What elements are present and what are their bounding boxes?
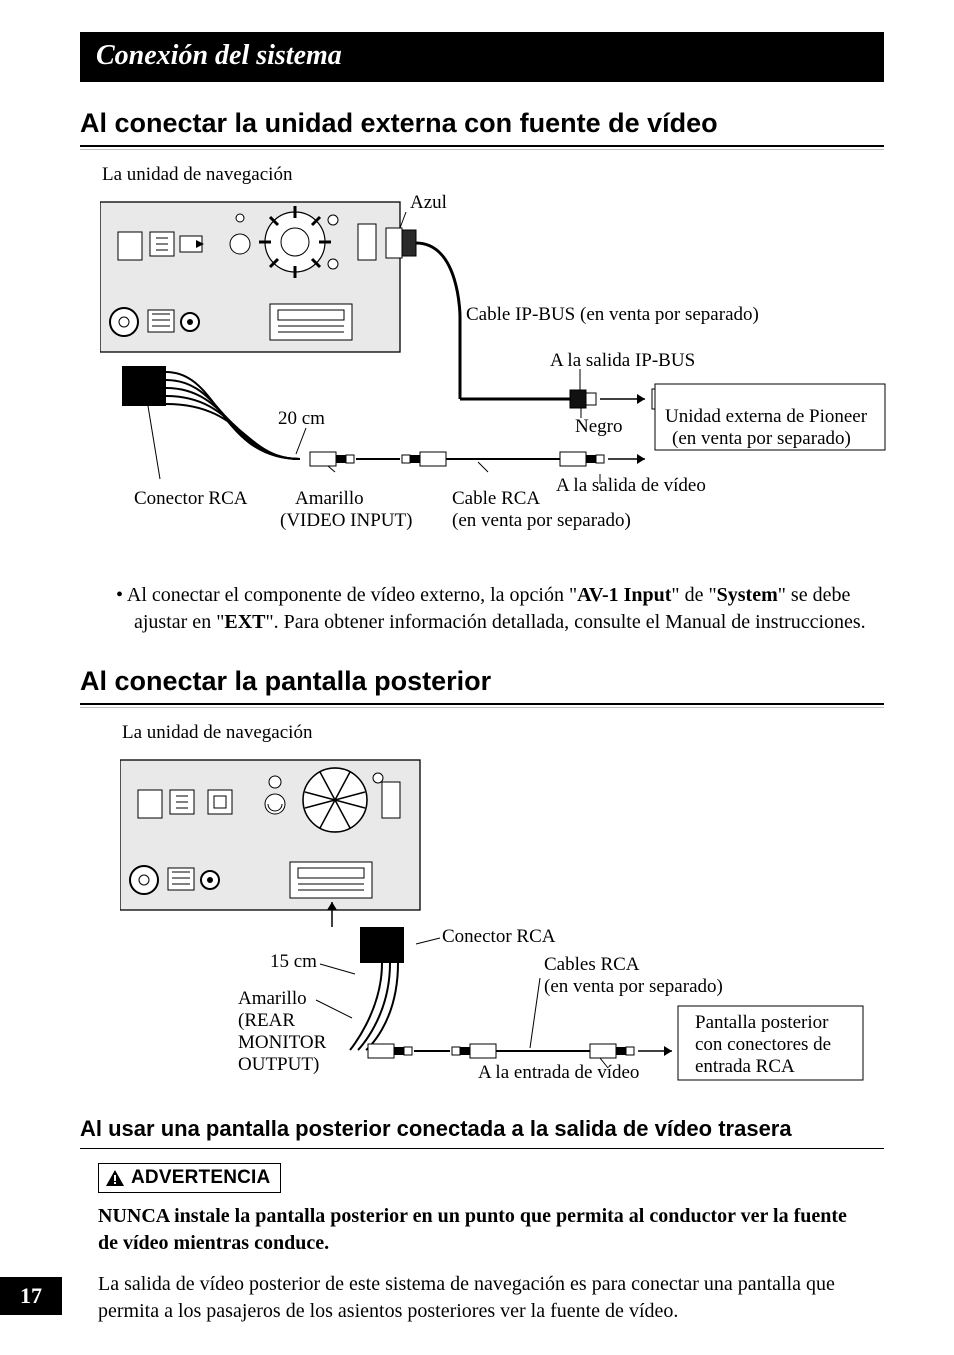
warning-label-text: ADVERTENCIA <box>131 1166 270 1191</box>
diagram-2-caption: La unidad de navegación <box>122 721 884 746</box>
label-cable-ipbus: Cable IP-BUS (en venta por separado) <box>466 304 759 325</box>
label-cable-rca-2: (en venta por separado) <box>452 510 631 531</box>
section-heading-3: Al usar una pantalla posterior conectada… <box>80 1115 884 1149</box>
warning-label-box: ADVERTENCIA <box>98 1163 281 1194</box>
note1-b3: EXT <box>224 611 265 633</box>
diagram-1-caption: La unidad de navegación <box>102 163 884 188</box>
label-salida-ipbus: A la salida IP-BUS <box>550 350 695 371</box>
label-pantalla-2: con conectores de <box>695 1034 831 1055</box>
label-salida-video: A la salida de vídeo <box>556 475 706 496</box>
diagram-1: La unidad de navegación <box>100 163 884 564</box>
label-pantalla-1: Pantalla posterior <box>695 1012 829 1033</box>
title-bar: Conexión del sistema <box>80 32 884 82</box>
label-amarillo2-2: (REAR <box>238 1010 295 1031</box>
label-amarillo2-3: MONITOR <box>238 1032 327 1053</box>
warning-bold-text: NUNCA instale la pantalla posterior en u… <box>98 1203 866 1257</box>
label-amarillo-1: Amarillo <box>295 488 364 509</box>
label-15cm: 15 cm <box>270 951 317 972</box>
warning-icon <box>105 1169 125 1187</box>
page-number: 17 <box>0 1277 62 1315</box>
label-conector-rca-2: Conector RCA <box>442 926 556 947</box>
label-amarillo-2: (VIDEO INPUT) <box>280 510 412 531</box>
label-unidad-externa-1: Unidad externa de Pioneer <box>665 406 868 427</box>
note1-mid1: " de " <box>671 584 716 606</box>
connection-diagram-2: Conector RCA 15 cm Cables RCA (en venta … <box>120 752 890 1097</box>
note1-prefix: • Al conectar el componente de vídeo ext… <box>116 584 577 606</box>
label-a-entrada: A la entrada de vídeo <box>478 1062 639 1083</box>
note1-b1: AV-1 Input <box>577 584 671 606</box>
label-cables-rca-1: Cables RCA <box>544 954 640 975</box>
warning-paragraph: La salida de vídeo posterior de este sis… <box>98 1271 866 1325</box>
label-cables-rca-2: (en venta por separado) <box>544 976 723 997</box>
section-heading-2: Al conectar la pantalla posterior <box>80 664 884 705</box>
label-azul: Azul <box>410 194 447 213</box>
note1-b2: System <box>717 584 778 606</box>
label-conector-rca-1: Conector RCA <box>134 488 248 509</box>
label-amarillo2-4: OUTPUT) <box>238 1054 319 1075</box>
diagram-2: La unidad de navegación <box>120 721 884 1097</box>
label-cable-rca-1: Cable RCA <box>452 488 540 509</box>
label-pantalla-3: entrada RCA <box>695 1056 795 1077</box>
label-amarillo2-1: Amarillo <box>238 988 307 1009</box>
label-negro: Negro <box>575 416 622 437</box>
connection-diagram-1: Azul Cable IP-BUS (en venta por separado… <box>100 194 900 564</box>
label-unidad-externa-2: (en venta por separado) <box>672 428 851 449</box>
note1-suffix: ". Para obtener información detallada, c… <box>265 611 865 633</box>
note-1: • Al conectar el componente de vídeo ext… <box>116 582 884 636</box>
label-20cm: 20 cm <box>278 408 325 429</box>
section-heading-1: Al conectar la unidad externa con fuente… <box>80 106 884 147</box>
